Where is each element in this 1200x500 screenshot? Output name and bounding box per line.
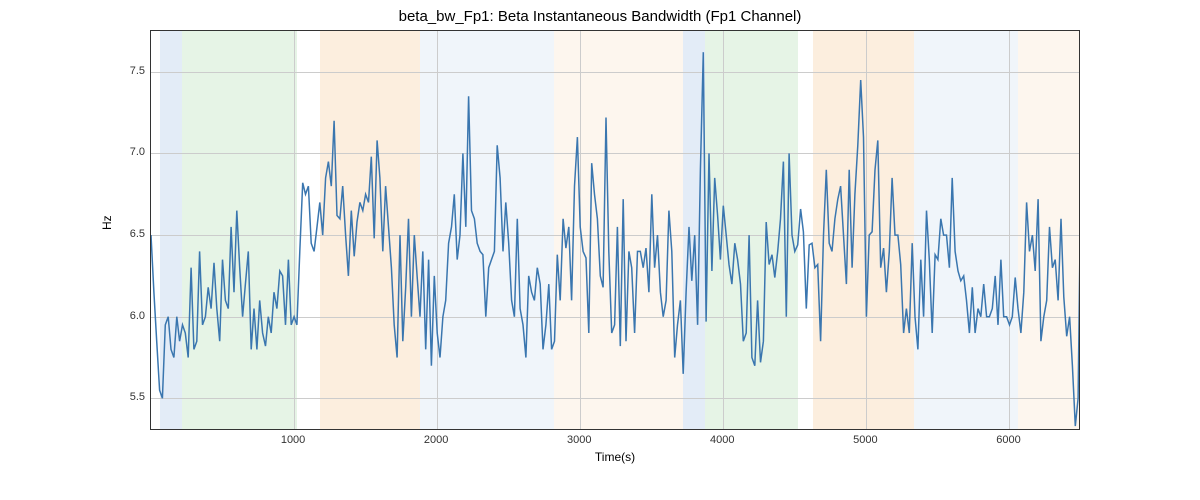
y-tick-label: 5.5 xyxy=(130,391,145,403)
x-tick-label: 2000 xyxy=(424,434,448,446)
chart-container xyxy=(150,30,1080,430)
x-tick-label: 6000 xyxy=(996,434,1020,446)
plot-area xyxy=(150,30,1080,430)
x-tick-label: 1000 xyxy=(281,434,305,446)
x-axis-label: Time(s) xyxy=(150,450,1080,464)
y-axis-label: Hz xyxy=(100,215,114,230)
x-tick-label: 5000 xyxy=(853,434,877,446)
line-series xyxy=(151,31,1080,430)
y-tick-label: 7.5 xyxy=(130,65,145,77)
y-tick-label: 6.0 xyxy=(130,310,145,322)
y-tick-label: 7.0 xyxy=(130,146,145,158)
x-tick-label: 4000 xyxy=(710,434,734,446)
y-tick-label: 6.5 xyxy=(130,228,145,240)
x-tick-label: 3000 xyxy=(567,434,591,446)
chart-title: beta_bw_Fp1: Beta Instantaneous Bandwidt… xyxy=(0,8,1200,25)
